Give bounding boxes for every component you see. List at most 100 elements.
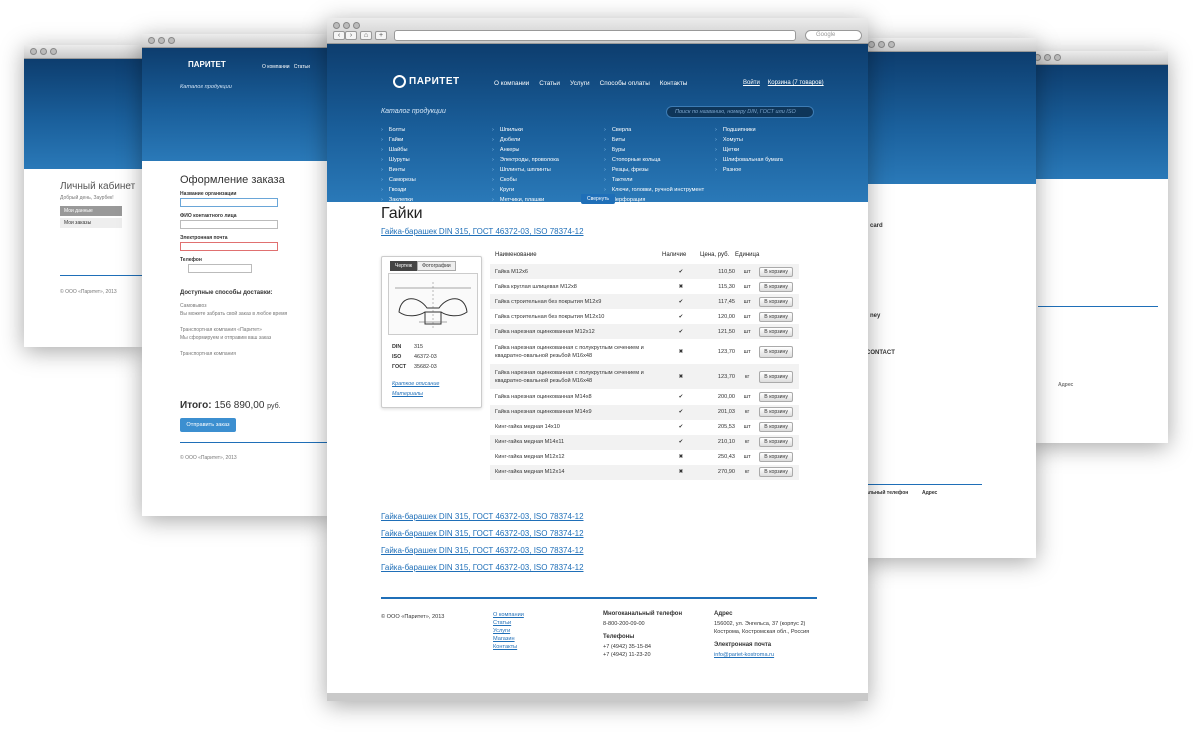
add-to-cart-button[interactable]: В корзину [759,392,793,403]
product-price: 120,00 [717,313,735,320]
short-description-link[interactable]: Краткое описание [392,379,439,389]
nav-contacts[interactable]: Контакты [660,80,688,87]
order-title: Оформление заказа [180,174,285,186]
product-name: Гайка строительная без покрытия М12х10 [495,313,605,320]
add-to-cart-button[interactable]: В корзину [759,467,793,478]
email-input[interactable] [180,242,278,251]
collapse-catalog-button[interactable]: Свернуть [581,194,615,204]
home-icon[interactable]: ⌂ [360,31,372,40]
add-to-cart-button[interactable]: В корзину [759,422,793,433]
catalog-item[interactable]: Резцы, фрезы [604,165,715,175]
footer-email-link[interactable]: info@pariet-kostroma.ru [714,651,809,659]
add-tab-icon[interactable]: + [375,31,387,40]
add-to-cart-button[interactable]: В корзину [759,345,793,358]
phone-input[interactable] [188,264,252,273]
catalog-item[interactable]: Шурупы [381,155,492,165]
catalog-item[interactable]: Сверла [604,125,715,135]
catalog-item[interactable]: Разное [715,165,805,175]
cabinet-menu-orders[interactable]: Мои заказы [60,218,122,228]
catalog-item[interactable]: Стопорные кольца [604,155,715,165]
product-name: Гайка нарезная оцинкованная М12х12 [490,324,662,340]
tab-photos[interactable]: Фотографии [417,261,456,271]
catalog-item[interactable]: Шайбы [381,145,492,155]
catalog-item[interactable]: Заклепки [381,195,492,205]
product-subtitle-link[interactable]: Гайка-барашек DIN 315, ГОСТ 46372-03, IS… [381,227,584,236]
catalog-item[interactable]: Дюбели [492,135,604,145]
product-price: 250,43 [717,454,735,461]
nav-articles[interactable]: Статьи [539,80,560,87]
browser-search[interactable]: Google [805,30,862,41]
add-to-cart-button[interactable]: В корзину [759,452,793,463]
cabinet-welcome: Добрый день, Заурбек! [60,195,114,201]
catalog-item[interactable]: Шпильки [492,125,604,135]
cabinet-menu-data[interactable]: Мои данные [60,206,122,216]
page-title: Гайки [381,205,423,222]
footer-link-about[interactable]: О компании [493,611,524,619]
login-link[interactable]: Войти [743,80,760,86]
add-to-cart-button[interactable]: В корзину [759,437,793,448]
product-price: 200,00 [717,394,735,401]
catalog-item[interactable]: Ключи, головки, ручной инструмент [604,185,715,195]
catalog-search-input[interactable]: Поиск по названию, номеру DIN, ГОСТ или … [666,106,814,118]
materials-link[interactable]: Материалы [392,389,439,399]
table-row: Гайка круглая шлицевая М12х8 ✖ 115,30 шт В к… [490,279,799,294]
nav-payment[interactable]: Способы оплаты [600,80,650,87]
org-input[interactable] [180,198,278,207]
product-unit: шт [743,394,751,401]
related-link-3[interactable]: Гайка-барашек DIN 315, ГОСТ 46372-03, IS… [381,546,584,555]
catalog-item[interactable]: Биты [604,135,715,145]
catalog-item[interactable]: Электроды, проволока [492,155,604,165]
catalog-item[interactable]: Щетки [715,145,805,155]
catalog-item[interactable]: Скобы [492,175,604,185]
site-logo[interactable]: ПАРИТЕТ [393,75,460,88]
add-to-cart-button[interactable]: В корзину [759,281,793,292]
contact-input[interactable] [180,220,278,229]
back-icon[interactable]: ‹ [333,31,345,40]
related-link-4[interactable]: Гайка-барашек DIN 315, ГОСТ 46372-03, IS… [381,563,584,572]
nav-about[interactable]: О компании [494,80,529,87]
catalog-item[interactable]: Хомуты [715,135,805,145]
out-of-stock-cross-icon: ✖ [662,464,700,481]
catalog-item[interactable]: Подшипники [715,125,805,135]
catalog-item[interactable]: Шплинты, шплинты [492,165,604,175]
add-to-cart-button[interactable]: В корзину [759,326,793,337]
submit-order-button[interactable]: Отправить заказ [180,418,236,432]
product-name: Гайка нарезная оцинкованная М14х9 [490,404,662,420]
cabinet-title: Личный кабинет [60,181,136,192]
product-unit: шт [735,294,760,310]
catalog-item[interactable]: Перфорация [604,195,715,205]
catalog-item[interactable]: Шлифовальная бумага [715,155,805,165]
footer-links: О компании Статьи Услуги Магазин Контакт… [493,611,524,651]
footer-phones: Многоканальный телефон 8-800-200-09-00 Т… [603,611,683,658]
table-row: Гайка нарезная оцинкованная М14х9 ✔ 201,03… [490,404,800,420]
catalog-item[interactable]: Гайки [381,135,492,145]
catalog-item[interactable]: Буры [604,145,715,155]
footer-link-shop[interactable]: Магазин [493,635,524,643]
catalog-item[interactable]: Анкеры [492,145,604,155]
add-to-cart-button[interactable]: В корзину [759,266,793,277]
address-bar[interactable] [394,30,796,41]
product-unit: кг [735,464,760,481]
footer-link-contacts[interactable]: Контакты [493,643,524,651]
forward-icon[interactable]: › [345,31,357,40]
nav-services[interactable]: Услуги [570,80,590,87]
add-to-cart-button[interactable]: В корзину [759,296,793,307]
catalog-item[interactable]: Гвозди [381,185,492,195]
footer-link-services[interactable]: Услуги [493,627,524,635]
add-to-cart-button[interactable]: В корзину [759,311,793,322]
catalog-item[interactable]: Саморезы [381,175,492,185]
cart-link[interactable]: Корзина (7 товаров) [768,80,824,86]
footer-link-articles[interactable]: Статьи [493,619,524,627]
footer-divider [381,597,817,599]
site-header: ПАРИТЕТ О компании Статьи Услуги Способы… [327,44,868,205]
catalog-item[interactable]: Болты [381,125,492,135]
related-link-2[interactable]: Гайка-барашек DIN 315, ГОСТ 46372-03, IS… [381,529,584,538]
add-to-cart-button[interactable]: В корзину [759,407,793,418]
tab-drawing[interactable]: Чертеж [390,261,418,271]
catalog-item[interactable]: Тактели [604,175,715,185]
products-table: Наименование Наличие Цена, руб. Единица … [490,246,800,481]
related-link-1[interactable]: Гайка-барашек DIN 315, ГОСТ 46372-03, IS… [381,512,584,521]
catalog-item[interactable]: Винты [381,165,492,175]
add-to-cart-button[interactable]: В корзину [759,370,793,383]
product-name: Гайка нарезная оцинкованная с полукруглы… [495,344,644,359]
